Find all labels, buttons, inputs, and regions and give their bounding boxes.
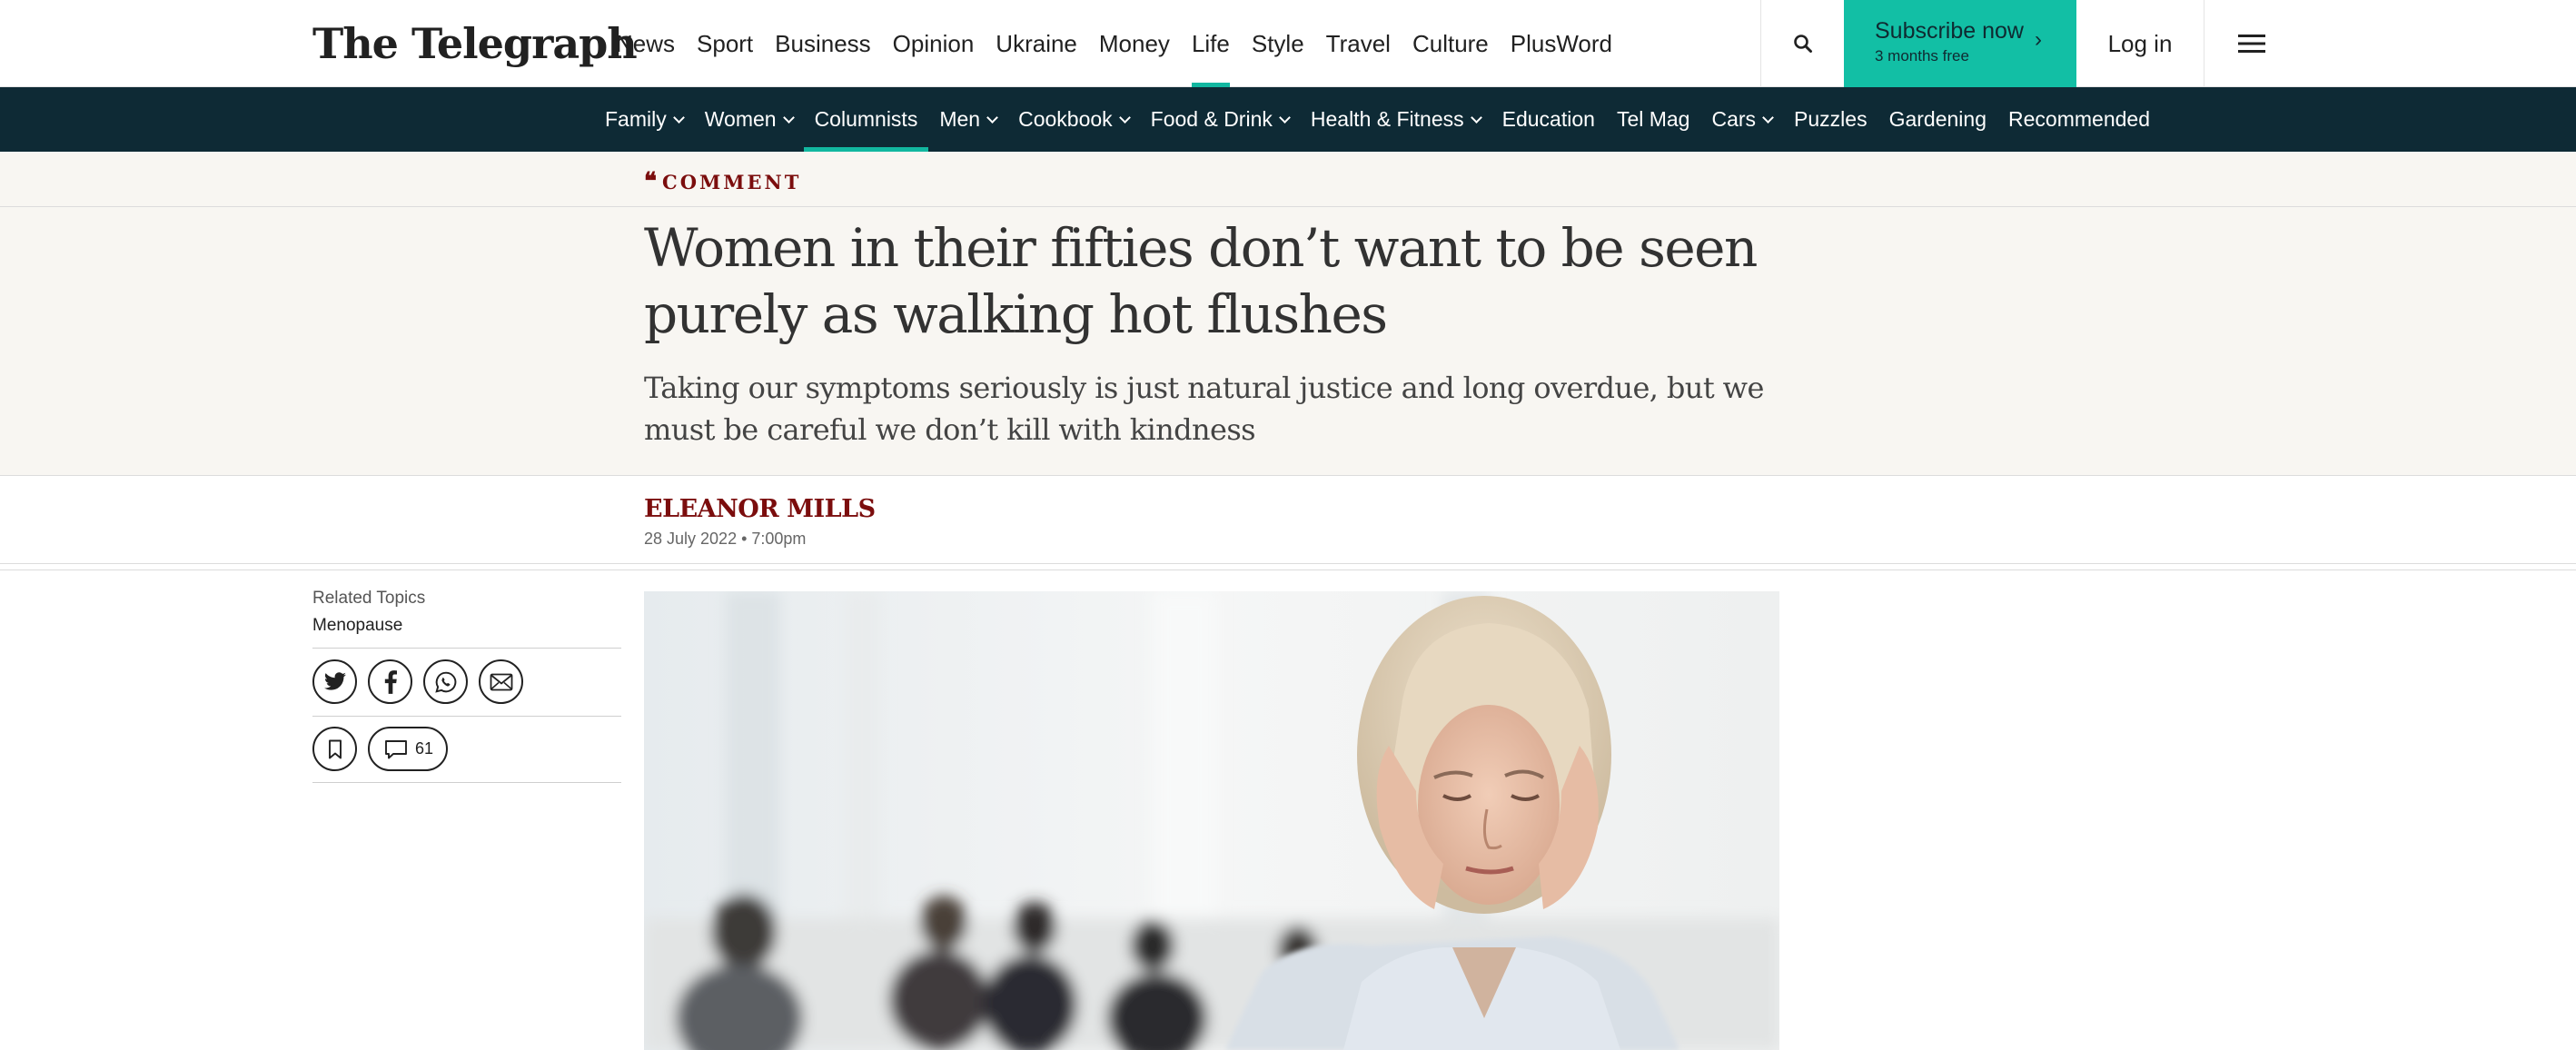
nav-money[interactable]: Money [1088,0,1181,87]
article-hero-image [644,591,1779,1050]
byline: ELEANOR MILLS 28 July 2022 • 7:00pm [0,477,2576,563]
subnav-label: Gardening [1888,107,1987,131]
subnav-women[interactable]: Women [694,87,804,152]
email-icon [490,673,512,690]
chevron-down-icon [1279,111,1291,124]
related-topics-label: Related Topics [312,589,426,608]
comment-count: 61 [415,739,434,758]
subnav-label: Columnists [814,107,918,131]
comments-button[interactable]: 61 [368,727,449,771]
chevron-down-icon [1762,111,1774,124]
subnav-puzzles[interactable]: Puzzles [1783,87,1878,152]
subnav-label: Women [704,107,777,131]
nav-sport[interactable]: Sport [686,0,764,87]
share-buttons [312,649,621,716]
subnav-family[interactable]: Family [594,87,694,152]
subnav-label: Puzzles [1794,107,1868,131]
subnav-health-fitness[interactable]: Health & Fitness [1300,87,1491,152]
chevron-down-icon [1118,111,1131,124]
bookmark-button[interactable] [312,727,357,771]
chevron-down-icon [782,111,795,124]
subnav-education[interactable]: Education [1491,87,1606,152]
subscribe-label: Subscribe now [1875,18,2024,44]
nav-plusword[interactable]: PlusWord [1500,0,1623,87]
subnav-label: Men [939,107,981,131]
subnav-label: Tel Mag [1616,107,1690,131]
subnav-men[interactable]: Men [928,87,1007,152]
section-label-text: COMMENT [662,171,802,193]
subnav-label: Recommended [2008,107,2150,131]
share-whatsapp-button[interactable] [423,659,468,704]
article-actions: 61 [312,717,621,782]
divider [0,563,2576,564]
nav-culture[interactable]: Culture [1402,0,1500,87]
subnav-label: Health & Fitness [1310,107,1464,131]
subnav-label: Cookbook [1018,107,1113,131]
article-headline: Women in their fifties don’t want to be … [644,217,1758,345]
share-email-button[interactable] [479,659,523,704]
whatsapp-icon [434,671,456,693]
hamburger-menu-icon [2237,35,2265,53]
chevron-right-icon: › [2035,27,2042,52]
search-icon [1793,35,1812,53]
nav-news[interactable]: News [605,0,686,87]
section-subnav: Family Women Columnists Men Cookbook Foo… [0,87,2576,152]
site-header: The Telegraph News Sport Business Opinio… [0,0,2576,87]
nav-opinion[interactable]: Opinion [882,0,986,87]
twitter-icon [323,671,346,690]
article-standfirst: Taking our symptoms seriously is just na… [644,371,1764,447]
chevron-down-icon [672,111,685,124]
chevron-down-icon [986,111,998,124]
comment-icon [385,739,407,758]
author-name[interactable]: ELEANOR MILLS [644,495,876,523]
telegraph-logo[interactable]: The Telegraph [312,16,638,71]
nav-ukraine[interactable]: Ukraine [985,0,1088,87]
chevron-down-icon [1470,111,1482,124]
article-sidebar: Related Topics Menopause 61 [312,589,621,783]
menu-button[interactable] [2204,0,2298,87]
login-button[interactable]: Log in [2076,0,2204,87]
subscribe-sublabel: 3 months free [1875,47,1969,64]
subnav-label: Cars [1711,107,1757,131]
quote-icon: ❝ [644,168,657,195]
nav-life[interactable]: Life [1181,0,1241,87]
subnav-recommended[interactable]: Recommended [1997,87,2161,152]
subnav-gardening[interactable]: Gardening [1878,87,1997,152]
subscribe-button[interactable]: Subscribe now 3 months free › [1844,0,2076,87]
nav-style[interactable]: Style [1241,0,1315,87]
nav-business[interactable]: Business [764,0,882,87]
bookmark-icon [328,739,342,758]
section-label[interactable]: ❝ COMMENT [644,168,801,195]
facebook-icon [384,669,397,694]
subnav-tel-mag[interactable]: Tel Mag [1606,87,1701,152]
nav-travel[interactable]: Travel [1315,0,1402,87]
subnav-cars[interactable]: Cars [1700,87,1783,152]
primary-nav: News Sport Business Opinion Ukraine Mone… [605,0,1623,87]
subnav-label: Education [1501,107,1595,131]
publish-date: 28 July 2022 • 7:00pm [644,530,807,548]
subnav-food-drink[interactable]: Food & Drink [1140,87,1300,152]
related-topic-link[interactable]: Menopause [312,616,621,636]
divider [312,782,621,783]
share-facebook-button[interactable] [368,659,412,704]
subnav-label: Food & Drink [1150,107,1273,131]
subnav-columnists[interactable]: Columnists [803,87,929,152]
hero-photo-illustration [644,591,1779,1050]
section-row: ❝ COMMENT [0,152,2576,207]
subnav-label: Family [605,107,667,131]
article-header: ❝ COMMENT Women in their fifties don’t wa… [0,152,2576,476]
subnav-cookbook[interactable]: Cookbook [1007,87,1140,152]
subnav-items: Family Women Columnists Men Cookbook Foo… [594,87,2161,152]
share-twitter-button[interactable] [312,659,357,704]
search-button[interactable] [1760,0,1844,87]
